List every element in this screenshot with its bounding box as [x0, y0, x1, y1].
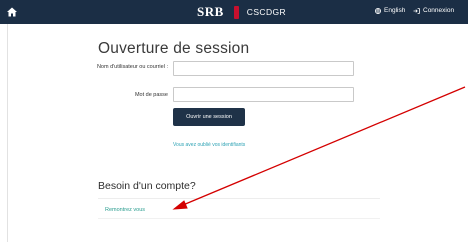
- home-icon[interactable]: [6, 6, 18, 18]
- login-button[interactable]: Ouvrir une session: [173, 108, 245, 126]
- forgot-credentials-link[interactable]: Vous avez oublié vos identifiants: [173, 142, 245, 148]
- username-label: Nom d'utilisateur ou courriel :: [96, 64, 168, 70]
- left-divider: [7, 24, 8, 242]
- account-section-title: Besoin d'un compte?: [98, 180, 196, 192]
- brand-logo: SRB: [197, 4, 224, 19]
- crest-icon: [233, 5, 239, 19]
- password-input[interactable]: [173, 87, 354, 102]
- login-link[interactable]: Connexion: [413, 7, 454, 14]
- username-input[interactable]: [173, 61, 354, 76]
- register-link[interactable]: Remontrez vous: [105, 207, 145, 213]
- brand-name: CSCDGR: [246, 7, 287, 17]
- page-title: Ouverture de session: [98, 40, 250, 57]
- globe-icon: [375, 7, 381, 14]
- sign-in-icon: [413, 7, 420, 14]
- brand[interactable]: SRB CSCDGR: [197, 3, 286, 21]
- section-divider-bottom: [98, 218, 380, 219]
- section-divider: [98, 198, 380, 199]
- password-label: Mot de passe: [134, 92, 168, 98]
- login-label: Connexion: [423, 7, 455, 14]
- top-navigation-bar: SRB CSCDGR English Connexion: [0, 0, 468, 24]
- language-switch[interactable]: English: [375, 7, 405, 14]
- language-label: English: [384, 7, 406, 14]
